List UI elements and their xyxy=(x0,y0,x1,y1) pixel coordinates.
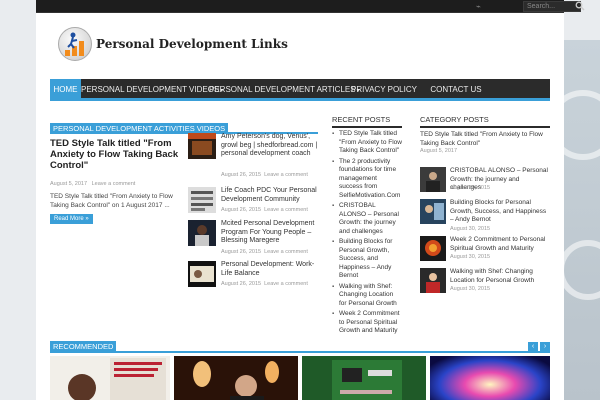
recent-posts-title: RECENT POSTS xyxy=(332,115,402,128)
recommended-thumbnail[interactable] xyxy=(302,356,426,400)
list-item-meta: August 26, 2015 Leave a comment xyxy=(221,281,308,287)
page-container: Personal Development Links HOME PERSONAL… xyxy=(36,13,564,400)
post-comments-link[interactable]: Leave a comment xyxy=(92,181,136,187)
featured-post-excerpt: TED Style Talk titled "From Anxiety to F… xyxy=(50,193,173,209)
main-column: PERSONAL DEVELOPMENT ACTIVITIES VIDEOS T… xyxy=(50,123,318,287)
post-thumbnail[interactable] xyxy=(188,133,216,159)
recommended-header: RECOMMENDED ‹ › xyxy=(50,341,550,353)
category-post-date: August 30, 2015 xyxy=(450,254,491,260)
post-thumbnail[interactable] xyxy=(188,261,216,287)
list-item[interactable]: Building Blocks for Personal Growth, Suc… xyxy=(420,199,550,235)
post-thumbnail[interactable] xyxy=(188,220,216,246)
category-posts-widget: CATEGORY POSTS TED Style Talk titled "Fr… xyxy=(420,115,550,293)
rss-icon[interactable]: ⌁ xyxy=(476,2,485,11)
recommended-thumbnail[interactable] xyxy=(174,356,298,400)
logo-text: Personal Development Links xyxy=(96,37,288,51)
nav-personal-development-articles[interactable]: PERSONAL DEVELOPMENT ARTICLES▾ xyxy=(209,79,360,101)
list-item[interactable]: Walking with Shef: Changing Location for… xyxy=(420,268,550,298)
featured-post-meta: August 5, 2017 Leave a comment xyxy=(50,181,135,187)
nav-home[interactable]: HOME xyxy=(50,79,81,101)
post-thumbnail[interactable] xyxy=(420,268,446,293)
category-post-title[interactable]: Week 2 Commitment to Personal Spiritual … xyxy=(450,236,550,253)
list-item[interactable]: Amy Peterson's dog, Venus', growl beg | … xyxy=(188,133,319,178)
main-nav: HOME PERSONAL DEVELOPMENT VIDEOS▾ PERSON… xyxy=(50,79,550,101)
top-bar: ⌁ Search... xyxy=(36,0,585,13)
list-item[interactable]: Personal Development: Work-Life Balance … xyxy=(188,261,318,291)
list-item-title[interactable]: Mcited Personal Development Program For … xyxy=(221,220,319,246)
list-item[interactable]: Life Coach PDC Your Personal Development… xyxy=(188,187,318,217)
category-post-title[interactable]: Walking with Shef: Changing Location for… xyxy=(450,268,550,285)
search-icon[interactable] xyxy=(575,1,585,11)
recommended-title: RECOMMENDED xyxy=(50,341,117,352)
category-post-title[interactable]: Building Blocks for Personal Growth, Suc… xyxy=(450,199,550,225)
post-thumbnail[interactable] xyxy=(188,187,216,213)
nav-privacy-policy[interactable]: PRIVACY POLICY xyxy=(349,79,419,101)
category-post-date: August 30, 2015 xyxy=(450,226,491,232)
list-item-title[interactable]: Personal Development: Work-Life Balance xyxy=(221,261,319,278)
list-item-meta: August 26, 2015 Leave a comment xyxy=(221,249,308,255)
list-item[interactable]: Week 2 Commitment to Personal Spiritual … xyxy=(420,236,550,266)
post-date: August 5, 2017 xyxy=(50,181,88,187)
recent-post-link[interactable]: TED Style Talk titled "From Anxiety to F… xyxy=(332,130,402,156)
recent-post-link[interactable]: Building Blocks for Personal Growth, Suc… xyxy=(332,238,402,281)
list-item-title[interactable]: Life Coach PDC Your Personal Development… xyxy=(221,187,319,204)
category-post-date: August 30, 2015 xyxy=(450,185,491,191)
category-top-post-date: August 5, 2017 xyxy=(420,148,458,154)
recent-posts-widget: RECENT POSTS TED Style Talk titled "From… xyxy=(332,115,402,336)
recommended-thumbnail[interactable] xyxy=(430,356,550,400)
recent-post-link[interactable]: CRISTOBAL ALONSO – Personal Growth: the … xyxy=(332,202,402,236)
logo-icon xyxy=(58,27,92,61)
category-top-post-title[interactable]: TED Style Talk titled "From Anxiety to F… xyxy=(420,131,550,148)
list-item-meta: August 26, 2015 Leave a comment xyxy=(221,207,308,213)
next-arrow-icon[interactable]: › xyxy=(540,342,550,352)
list-item[interactable]: CRISTOBAL ALONSO – Personal Growth: the … xyxy=(420,167,550,197)
list-item-meta: August 26, 2015 Leave a comment xyxy=(221,172,308,178)
prev-arrow-icon[interactable]: ‹ xyxy=(528,342,538,352)
post-thumbnail[interactable] xyxy=(420,199,446,224)
post-thumbnail[interactable] xyxy=(420,236,446,261)
category-post-date: August 30, 2015 xyxy=(450,286,491,292)
post-thumbnail[interactable] xyxy=(420,167,446,192)
recent-post-link[interactable]: The 2 productivity foundations for time … xyxy=(332,158,402,201)
nav-contact-us[interactable]: CONTACT US xyxy=(419,79,493,101)
recent-post-link[interactable]: Walking with Shef: Changing Location for… xyxy=(332,283,402,309)
list-item-title[interactable]: Amy Peterson's dog, Venus', growl beg | … xyxy=(221,133,319,159)
search-input[interactable]: Search... xyxy=(523,1,581,12)
recent-post-link[interactable]: Week 2 Commitment to Personal Spiritual … xyxy=(332,310,402,336)
recommended-thumbnail[interactable] xyxy=(50,356,170,400)
list-item[interactable]: Mcited Personal Development Program For … xyxy=(188,220,319,255)
featured-post-title[interactable]: TED Style Talk titled "From Anxiety to F… xyxy=(50,138,182,171)
site-logo[interactable]: Personal Development Links xyxy=(58,27,288,63)
category-posts-title: CATEGORY POSTS xyxy=(420,115,550,128)
read-more-button[interactable]: Read More » xyxy=(50,214,93,224)
nav-personal-development-videos[interactable]: PERSONAL DEVELOPMENT VIDEOS▾ xyxy=(81,79,223,101)
